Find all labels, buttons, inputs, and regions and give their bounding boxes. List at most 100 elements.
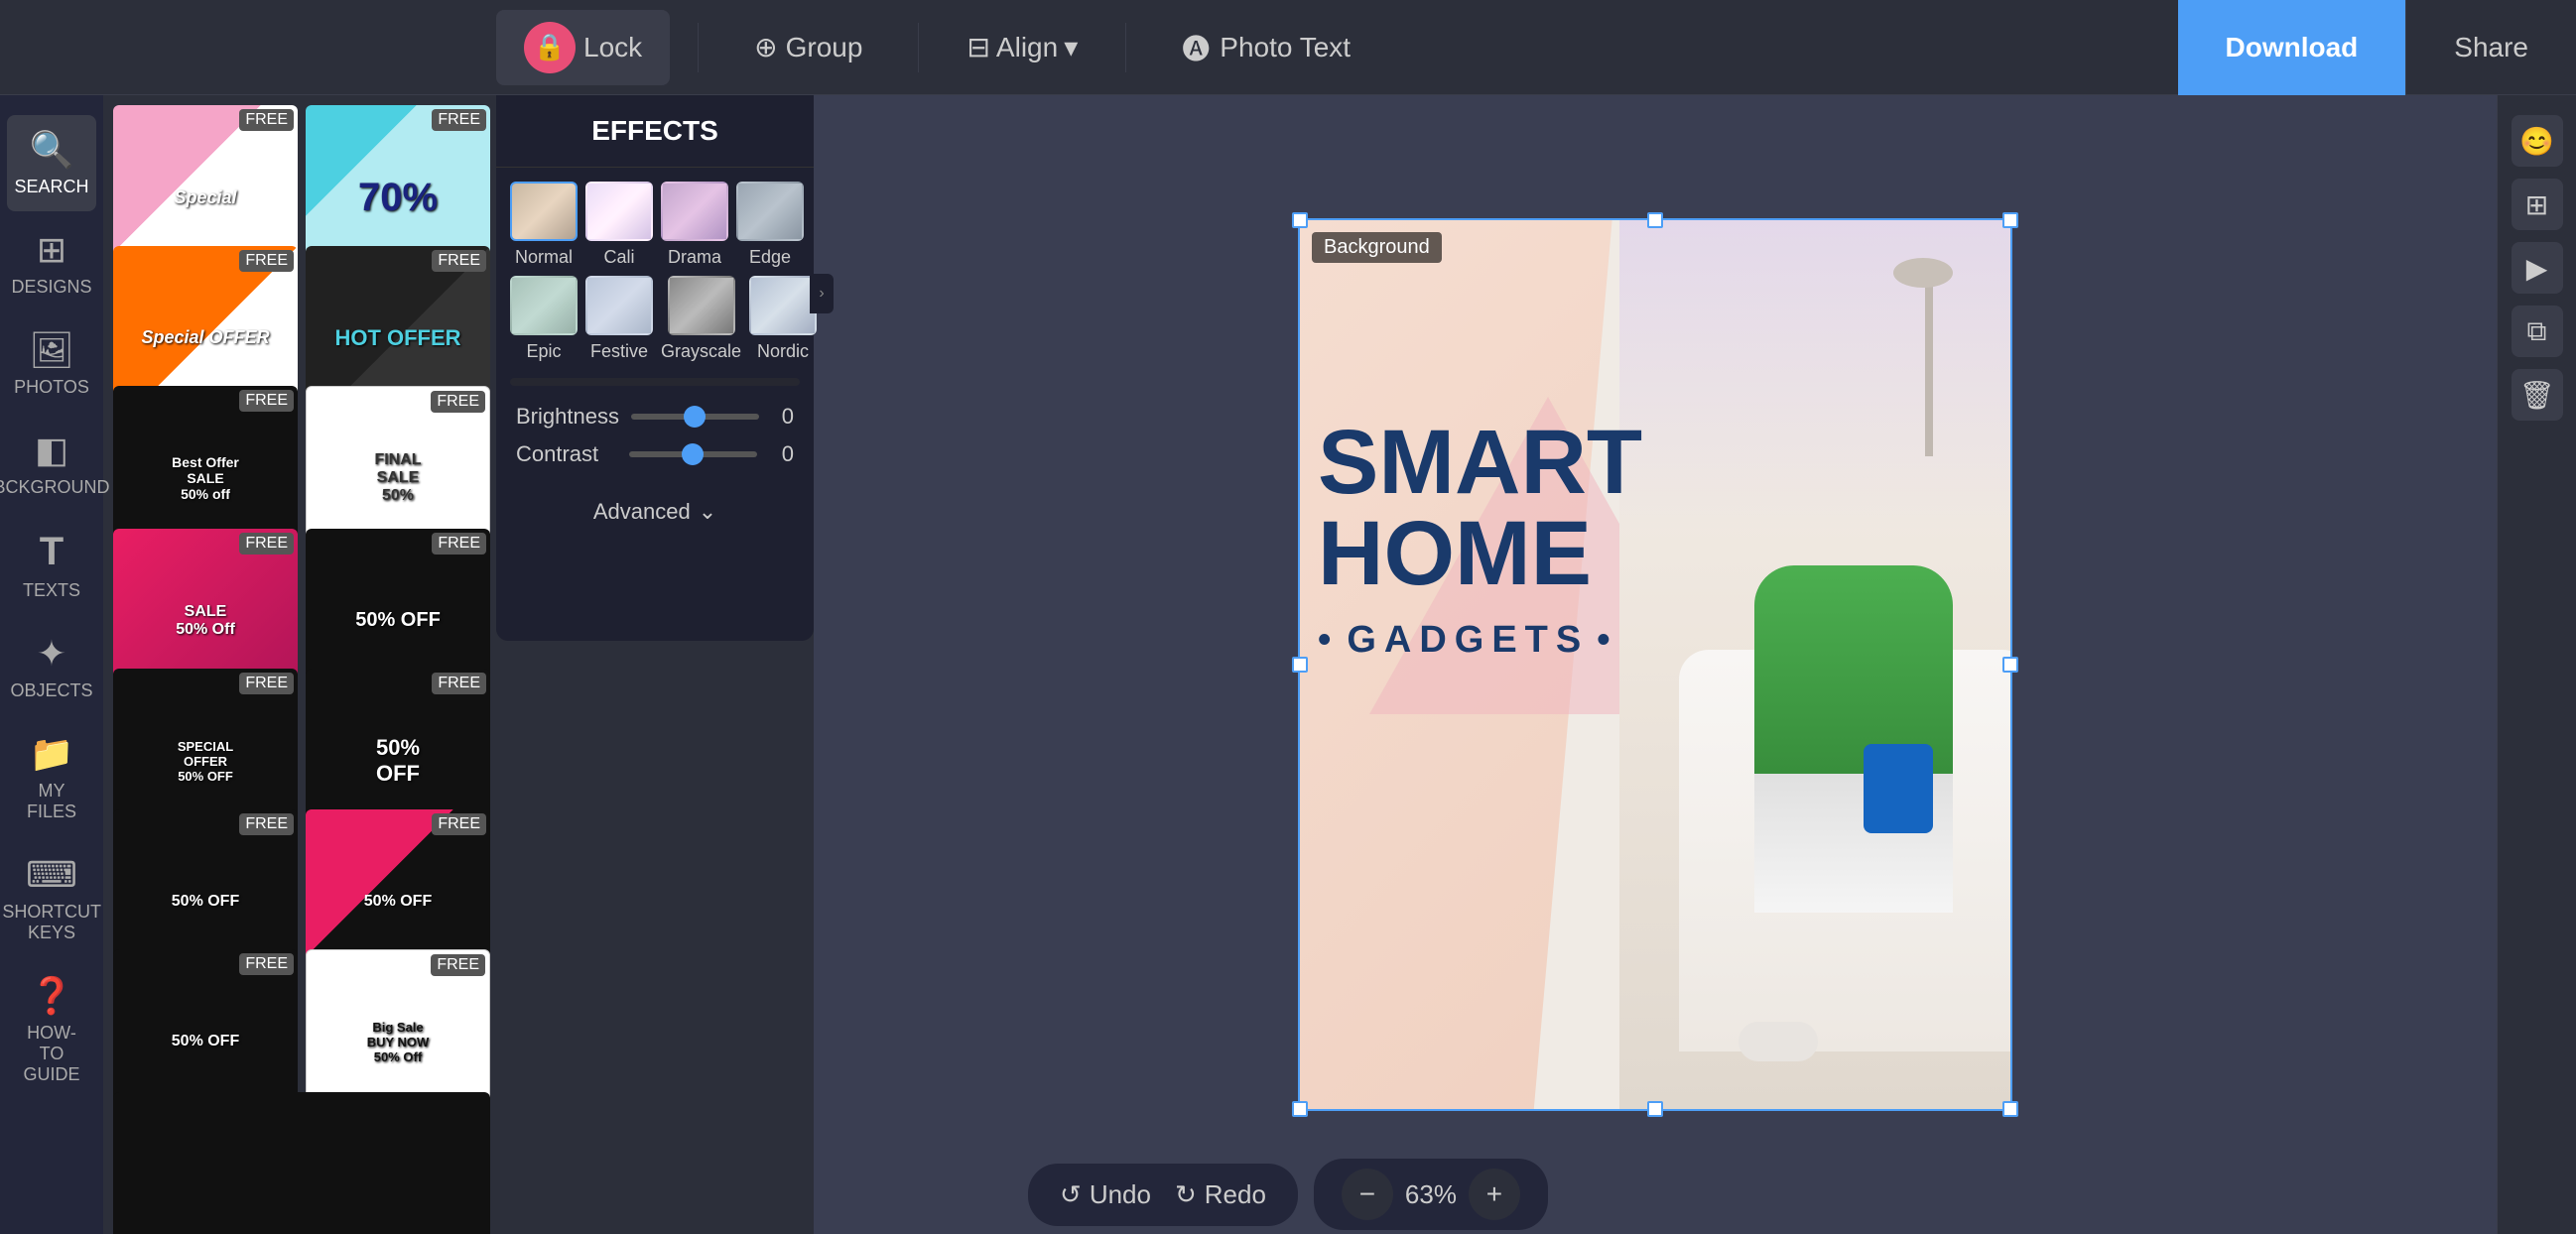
- sidebar-label-background: BCKGROUND: [0, 477, 110, 498]
- sidebar-item-howto[interactable]: ❓ HOW-TO GUIDE: [7, 961, 96, 1099]
- sidebar-label-howto: HOW-TO GUIDE: [19, 1023, 84, 1085]
- topbar-center: 🔒 Lock ⊕ Group ⊟ Align ▾ 🅐 Photo Text: [496, 10, 2178, 85]
- room-photo: [1619, 218, 2012, 1111]
- room-lamp-head: [1893, 258, 1953, 288]
- effect-normal[interactable]: Normal: [510, 182, 578, 268]
- effect-epic[interactable]: Epic: [510, 276, 578, 362]
- effects-grid-row2: Epic Festive Grayscale Nordic: [496, 276, 814, 370]
- effect-thumb-grayscale: [668, 276, 735, 335]
- effect-thumb-festive: [585, 276, 653, 335]
- sidebar-item-photos[interactable]: 🖼 PHOTOS: [7, 315, 96, 412]
- effect-label-normal: Normal: [515, 247, 573, 268]
- tool-grid-icon[interactable]: ⊞: [2512, 179, 2563, 230]
- sidebar: 🔍 SEARCH ⊞ DESIGNS 🖼 PHOTOS ◧ BCKGROUND …: [0, 95, 103, 1234]
- topbar: 🔒 Lock ⊕ Group ⊟ Align ▾ 🅐 Photo Text Do…: [0, 0, 2576, 95]
- effect-edge[interactable]: Edge: [736, 182, 804, 268]
- contrast-slider[interactable]: [629, 451, 757, 457]
- sidebar-item-designs[interactable]: ⊞ DESIGNS: [7, 215, 96, 311]
- sidebar-label-shortcuts: SHORTCUT KEYS: [2, 902, 100, 943]
- tool-play-icon[interactable]: ▶: [2512, 242, 2563, 294]
- lock-icon: 🔒: [524, 22, 576, 73]
- zoom-out-icon: −: [1359, 1178, 1375, 1210]
- sidebar-item-background[interactable]: ◧ BCKGROUND: [7, 416, 96, 512]
- sidebar-item-objects[interactable]: ✦ OBJECTS: [7, 619, 96, 715]
- brightness-row: Brightness 0: [516, 404, 794, 430]
- effects-title-text: EFFECTS: [591, 115, 718, 147]
- redo-label: Redo: [1205, 1179, 1266, 1210]
- effect-thumb-nordic: [749, 276, 817, 335]
- photo-text-label: Photo Text: [1220, 32, 1351, 63]
- gadgets-text: GADGETS: [1347, 619, 1589, 662]
- align-label: Align: [996, 32, 1058, 63]
- tool-delete-icon[interactable]: 🗑: [2512, 369, 2563, 421]
- effects-grid-row1: Normal Cali Drama Edge: [496, 168, 814, 276]
- sidebar-item-texts[interactable]: T TEXTS: [7, 516, 96, 615]
- zoom-percent: 63%: [1405, 1179, 1457, 1210]
- effect-label-drama: Drama: [668, 247, 721, 268]
- sidebar-item-shortcuts[interactable]: ⌨ SHORTCUT KEYS: [7, 840, 96, 957]
- contrast-row: Contrast 0: [516, 441, 794, 467]
- align-arrow: ▾: [1064, 31, 1078, 63]
- photo-text-icon: 🅐: [1182, 28, 1210, 67]
- sidebar-label-search: SEARCH: [15, 177, 89, 197]
- effect-thumb-edge: [736, 182, 804, 241]
- effects-more-row: [510, 378, 800, 386]
- effect-cali[interactable]: Cali: [585, 182, 653, 268]
- advanced-button[interactable]: Advanced ⌄: [496, 489, 814, 535]
- room-person: [1754, 565, 1953, 913]
- divider-2: [918, 23, 919, 72]
- divider-1: [698, 23, 699, 72]
- advanced-label: Advanced: [593, 499, 691, 525]
- canvas-subtitle: • GADGETS •: [1318, 619, 1711, 662]
- bottom-bar: ↺ Undo ↻ Redo − 63% +: [0, 1155, 2576, 1234]
- effect-label-epic: Epic: [526, 341, 561, 362]
- effect-thumb-cali: [585, 182, 653, 241]
- share-button[interactable]: Share: [2405, 0, 2576, 95]
- effect-label-edge: Edge: [749, 247, 791, 268]
- advanced-arrow-icon: ⌄: [699, 499, 716, 525]
- effect-thumb-epic: [510, 276, 578, 335]
- photo-text-button[interactable]: 🅐 Photo Text: [1154, 16, 1378, 79]
- undo-icon: ↺: [1060, 1179, 1082, 1210]
- effects-title: EFFECTS: [496, 95, 814, 168]
- room-lamp: [1925, 278, 1933, 456]
- brightness-slider[interactable]: [631, 414, 759, 420]
- canvas-title-line2: HOME: [1318, 508, 1711, 599]
- group-button[interactable]: ⊕ Group: [726, 19, 890, 75]
- align-button[interactable]: ⊟ Align ▾: [947, 19, 1097, 75]
- effects-collapse-arrow[interactable]: ›: [810, 274, 834, 313]
- tool-copy-icon[interactable]: ⧉: [2512, 306, 2563, 357]
- canvas-text-area: SMART HOME • GADGETS •: [1318, 417, 1711, 662]
- effect-label-cali: Cali: [603, 247, 634, 268]
- zoom-out-button[interactable]: −: [1342, 1169, 1393, 1220]
- effect-thumb-normal: [510, 182, 578, 241]
- effect-festive[interactable]: Festive: [585, 276, 653, 362]
- brightness-label: Brightness: [516, 404, 619, 430]
- canvas-container: Background: [1298, 218, 2012, 1111]
- sidebar-label-photos: PHOTOS: [14, 377, 89, 398]
- tool-face-icon[interactable]: 😊: [2512, 115, 2563, 167]
- download-button[interactable]: Download: [2178, 0, 2406, 95]
- designs-icon: ⊞: [37, 229, 66, 271]
- effects-panel: EFFECTS Normal Cali Drama Edge Epic Fest…: [496, 95, 814, 641]
- lock-button[interactable]: 🔒 Lock: [496, 10, 670, 85]
- contrast-label: Contrast: [516, 441, 617, 467]
- effect-nordic[interactable]: Nordic: [749, 276, 817, 362]
- background-label: Background: [1312, 232, 1442, 263]
- redo-button[interactable]: ↻ Redo: [1167, 1172, 1274, 1218]
- undo-button[interactable]: ↺ Undo: [1052, 1172, 1159, 1218]
- topbar-right: Download Share: [2178, 0, 2576, 95]
- contrast-value: 0: [769, 441, 794, 467]
- sidebar-item-myfiles[interactable]: 📁 MY FILES: [7, 719, 96, 836]
- zoom-in-button[interactable]: +: [1469, 1169, 1520, 1220]
- effect-thumb-drama: [661, 182, 728, 241]
- share-label: Share: [2454, 32, 2528, 62]
- myfiles-icon: 📁: [30, 733, 74, 775]
- photos-icon: 🖼: [29, 329, 74, 371]
- effect-drama[interactable]: Drama: [661, 182, 728, 268]
- effect-grayscale[interactable]: Grayscale: [661, 276, 741, 362]
- undo-redo-group: ↺ Undo ↻ Redo: [1028, 1164, 1298, 1226]
- sidebar-item-search[interactable]: 🔍 SEARCH: [7, 115, 96, 211]
- sidebar-label-objects: OBJECTS: [11, 680, 93, 701]
- effect-label-nordic: Nordic: [757, 341, 809, 362]
